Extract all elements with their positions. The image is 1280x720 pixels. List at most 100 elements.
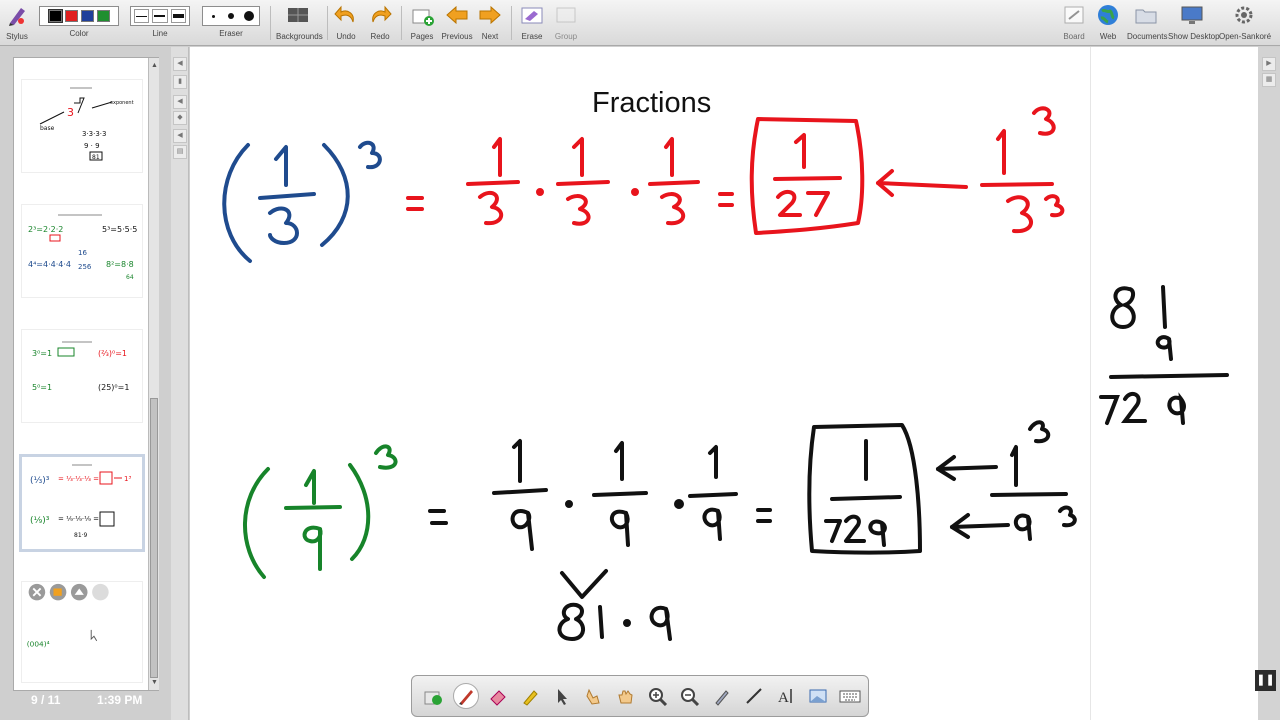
zoom-out-icon[interactable]	[674, 681, 706, 711]
expr-one-ninth-cubed	[243, 444, 398, 579]
svg-text:9 · 9: 9 · 9	[84, 142, 100, 150]
pen-icon[interactable]	[453, 683, 479, 709]
collapse-left-icon[interactable]: ◀	[173, 57, 187, 71]
page-thumbnails-sidebar: 3 base exponent 3·3·3·3 9 · 9 81 2³=2·2·…	[0, 47, 171, 720]
eraser-small[interactable]	[206, 9, 221, 23]
undo-button[interactable]: Undo	[333, 3, 359, 41]
page-thumbnail-9[interactable]: 3⁰=1 (⅔)⁰=1 5⁰=1 (25)⁰=1	[22, 330, 142, 422]
scrollbar-thumb[interactable]	[150, 398, 158, 678]
handwriting-layer	[222, 106, 1077, 641]
top-toolbar: Stylus Color Line Eraser Backgrounds Und…	[0, 0, 1280, 46]
desktop-icon	[1179, 3, 1205, 27]
folder-icon	[1133, 3, 1159, 27]
backgrounds-button[interactable]: Backgrounds	[276, 3, 323, 41]
layers-icon[interactable]: ◆	[173, 111, 187, 125]
web-button[interactable]: Web	[1095, 3, 1121, 41]
svg-text:8²=8·8: 8²=8·8	[106, 260, 134, 269]
swatch-blue[interactable]	[80, 10, 94, 22]
swatch-black[interactable]	[47, 9, 63, 23]
backgrounds-icon	[285, 3, 311, 27]
eraser-medium[interactable]	[224, 9, 239, 23]
line-thin[interactable]	[134, 9, 150, 23]
svg-text:A: A	[778, 690, 789, 706]
pages-button[interactable]: Pages	[408, 3, 436, 41]
color-picker-icon[interactable]	[418, 681, 450, 711]
eraser-icon[interactable]	[482, 681, 514, 711]
hand-icon[interactable]	[610, 681, 642, 711]
svg-text:= ⅑·⅑·⅑ =: = ⅑·⅑·⅑ =	[58, 515, 99, 523]
svg-text:5³=5·5·5: 5³=5·5·5	[102, 225, 137, 234]
svg-text:256: 256	[78, 263, 92, 271]
thumbnail-list: 3 base exponent 3·3·3·3 9 · 9 81 2³=2·2·…	[13, 57, 159, 691]
eraser-large[interactable]	[241, 9, 256, 23]
open-sankore-button[interactable]: Open-Sankoré	[1219, 3, 1271, 41]
swatch-green[interactable]	[96, 10, 110, 22]
page-icon[interactable]: ▮	[173, 75, 187, 89]
capture-icon[interactable]	[802, 681, 834, 711]
collapse-right-icon[interactable]: ▶	[1262, 57, 1276, 71]
redo-button[interactable]: Redo	[367, 3, 393, 41]
svg-text:3·3·3·3: 3·3·3·3	[82, 130, 107, 138]
group-icon	[553, 3, 579, 27]
add-page-icon	[409, 3, 435, 27]
collapse-left-icon-3[interactable]: ◀	[173, 129, 187, 143]
right-board-extension[interactable]	[1090, 47, 1258, 720]
show-desktop-button[interactable]: Show Desktop	[1168, 3, 1220, 41]
scroll-up-icon[interactable]: ▲	[149, 60, 160, 71]
globe-icon	[1095, 3, 1121, 27]
zoom-in-icon[interactable]	[642, 681, 674, 711]
svg-text:(⅔)⁰=1: (⅔)⁰=1	[98, 349, 127, 358]
eraser-group: Eraser	[202, 3, 260, 38]
swatch-red[interactable]	[64, 10, 78, 22]
laser-hand-icon[interactable]	[578, 681, 610, 711]
svg-text:81: 81	[92, 154, 100, 161]
collapse-left-icon-2[interactable]: ◀	[173, 95, 187, 109]
svg-text:exponent: exponent	[110, 100, 134, 106]
erase-button[interactable]: Erase	[519, 3, 545, 41]
svg-text:3: 3	[67, 106, 74, 119]
pause-icon[interactable]: ❚❚	[1255, 670, 1276, 691]
gear-icon	[1231, 3, 1257, 27]
svg-text:64: 64	[126, 274, 134, 281]
line-medium[interactable]	[152, 9, 168, 23]
arrow-right-icon	[477, 3, 503, 27]
page-thumbnail-10-current[interactable]: (⅓)³ = ⅓·⅓·⅓ = 1³ (⅑)³ = ⅑·⅑·⅑ = 81·9	[22, 457, 142, 549]
page-thumbnail-8[interactable]: 2³=2·2·2 5³=5·5·5 4⁴=4·4·4·4 16 256 8²=8…	[22, 205, 142, 297]
board-icon	[1061, 3, 1087, 27]
previous-button[interactable]: Previous	[441, 3, 473, 41]
color-group: Color	[39, 3, 119, 38]
left-collapse-strip: ◀ ▮ ◀ ◆ ◀ ▤	[171, 47, 189, 720]
status-bar: 9 / 11 1:39 PM	[13, 688, 159, 714]
side-calculation	[1099, 285, 1229, 425]
highlighter-icon[interactable]	[514, 681, 546, 711]
redo-icon	[367, 3, 393, 27]
svg-text:(⅓)³: (⅓)³	[30, 476, 50, 486]
thumbnail-scrollbar[interactable]: ▲ ▼	[148, 58, 159, 690]
pointer-icon[interactable]	[546, 681, 578, 711]
page-thumbnail-11[interactable]: (004)⁴	[22, 582, 142, 682]
svg-text:= ⅓·⅓·⅓ =: = ⅓·⅓·⅓ =	[58, 475, 99, 483]
keyboard-icon[interactable]	[834, 681, 866, 711]
group-button[interactable]: Group	[553, 3, 579, 41]
documents-button[interactable]: Documents	[1127, 3, 1167, 41]
capture-pen-icon[interactable]	[706, 681, 738, 711]
library-icon[interactable]: ▦	[1262, 73, 1276, 87]
scroll-down-icon[interactable]: ▼	[149, 677, 160, 688]
svg-text:base: base	[40, 125, 55, 132]
svg-text:16: 16	[78, 249, 87, 257]
line-icon[interactable]	[738, 681, 770, 711]
svg-text:2³=2·2·2: 2³=2·2·2	[28, 225, 63, 234]
expr-black-expansion	[428, 420, 1077, 641]
undo-icon	[333, 3, 359, 27]
text-icon[interactable]: A	[770, 681, 802, 711]
page-thumbnail-7[interactable]: 3 base exponent 3·3·3·3 9 · 9 81	[22, 80, 142, 172]
next-button[interactable]: Next	[477, 3, 503, 41]
arrow-left-icon	[444, 3, 470, 27]
folder-small-icon[interactable]: ▤	[173, 145, 187, 159]
board-button[interactable]: Board	[1061, 3, 1087, 41]
line-thick[interactable]	[170, 9, 186, 23]
svg-text:1³: 1³	[124, 475, 131, 483]
whiteboard-canvas[interactable]: Fractions	[190, 47, 1090, 720]
right-collapse-strip: ▶ ▦	[1258, 47, 1280, 720]
stylus-button[interactable]: Stylus	[4, 3, 30, 41]
